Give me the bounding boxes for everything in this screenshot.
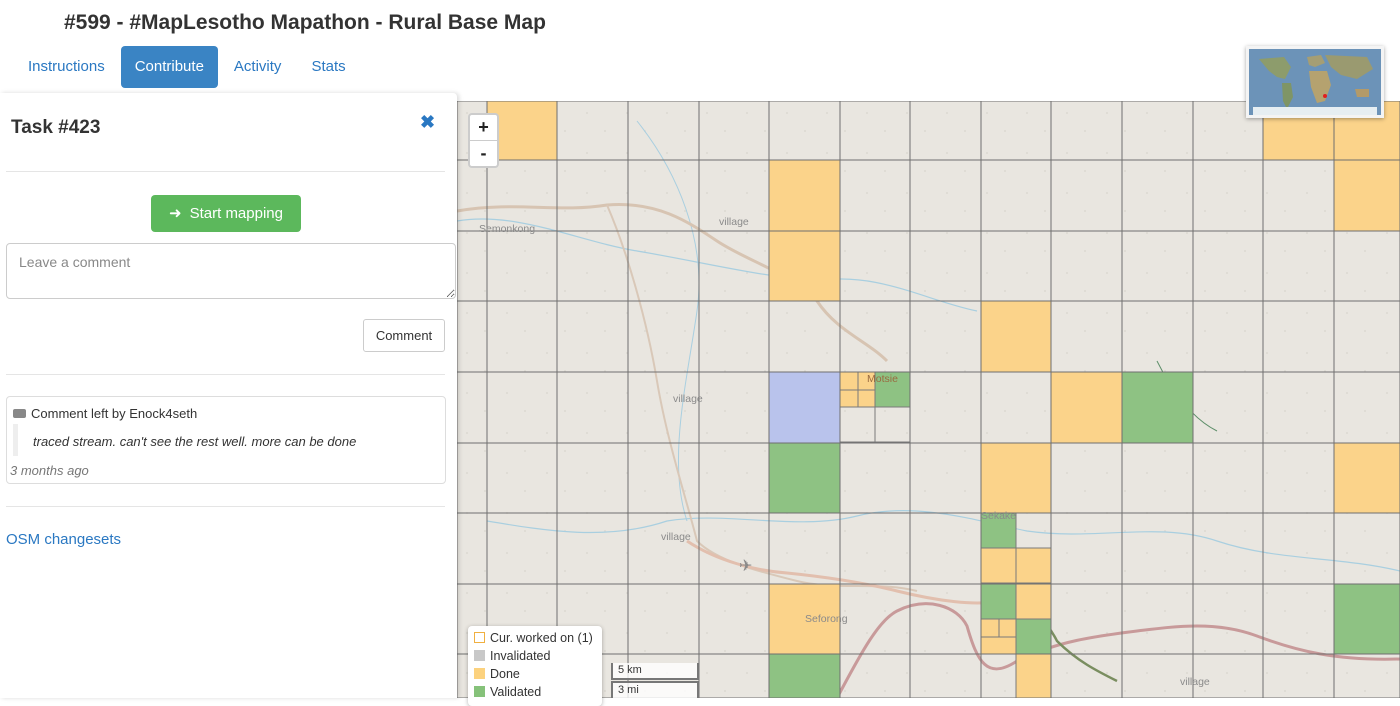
task-tile-validated[interactable]: [769, 443, 840, 513]
place-label: village: [673, 393, 703, 405]
osm-changesets-link[interactable]: OSM changesets: [6, 531, 121, 548]
task-subtile-done[interactable]: [839, 389, 859, 408]
task-tile-selected[interactable]: [769, 372, 840, 443]
map-canvas[interactable]: ✈ ✈ SemonkongvillagevillageMotsievillage…: [457, 101, 1400, 698]
tab-contribute[interactable]: Contribute: [120, 46, 218, 88]
task-subtile-done[interactable]: [839, 371, 859, 391]
task-subtile-done[interactable]: [1015, 583, 1052, 620]
task-subtile-done[interactable]: [980, 547, 1017, 584]
task-subtile-done[interactable]: [1015, 653, 1052, 698]
legend-item-done: Done: [474, 666, 520, 682]
task-subtile-done[interactable]: [1015, 547, 1052, 584]
project-header: #599 - #MapLesotho Mapathon - Rural Base…: [0, 0, 1400, 100]
place-label: village: [661, 531, 691, 543]
task-tile-done[interactable]: [981, 301, 1051, 372]
legend-swatch: [474, 686, 485, 697]
divider: [6, 171, 445, 172]
start-mapping-label: Start mapping: [189, 205, 283, 222]
task-tile-validated[interactable]: [769, 654, 840, 698]
task-tile-done[interactable]: [769, 231, 840, 301]
legend-swatch: [474, 632, 485, 643]
divider: [6, 374, 445, 375]
place-label: Semonkong: [479, 223, 535, 235]
zoom-out-button[interactable]: -: [470, 141, 497, 166]
task-tile-done[interactable]: [1334, 443, 1400, 513]
task-tile-done[interactable]: [1334, 160, 1400, 231]
airport-icon: ✈: [739, 556, 752, 575]
project-tabs: Instructions Contribute Activity Stats: [14, 46, 362, 88]
place-label: Motsie: [867, 373, 898, 385]
minimap-world-icon: [1249, 49, 1381, 115]
task-grid-map[interactable]: ✈ ✈ SemonkongvillagevillageMotsievillage…: [457, 101, 1400, 698]
legend-swatch: [474, 650, 485, 661]
legend-item-current: Cur. worked on (1): [474, 630, 593, 646]
share-arrow-icon: ➜: [169, 205, 182, 222]
legend-swatch: [474, 668, 485, 679]
place-label: village: [1180, 676, 1210, 688]
divider: [6, 506, 445, 507]
overview-minimap[interactable]: [1246, 46, 1384, 118]
place-label: village: [719, 216, 749, 228]
comment-icon: [13, 409, 26, 418]
task-tile-done[interactable]: [769, 160, 840, 231]
scale-km: 5 km: [611, 663, 699, 680]
scale-mi: 3 mi: [611, 681, 699, 698]
task-subtile-validated[interactable]: [980, 583, 1017, 620]
task-tile-validated[interactable]: [1334, 584, 1400, 654]
close-icon[interactable]: ✖: [420, 112, 435, 133]
task-subtile-done[interactable]: [998, 618, 1017, 638]
project-title: #599 - #MapLesotho Mapathon - Rural Base…: [64, 11, 546, 34]
place-label: Seforong: [805, 613, 848, 625]
comment-input[interactable]: [6, 243, 456, 299]
zoom-in-button[interactable]: +: [470, 115, 497, 141]
map-legend: Cur. worked on (1) Invalidated Done Vali…: [468, 626, 602, 706]
task-subtile-done[interactable]: [857, 389, 876, 408]
start-mapping-button[interactable]: ➜ Start mapping: [151, 195, 301, 232]
comment-header: Comment left by Enock4seth: [13, 406, 197, 421]
tab-stats[interactable]: Stats: [297, 46, 359, 88]
place-label: Sekake: [981, 510, 1016, 522]
comment-item: Comment left by Enock4seth traced stream…: [6, 396, 446, 484]
task-subtile-done[interactable]: [980, 618, 1000, 638]
legend-item-invalidated: Invalidated: [474, 648, 550, 664]
task-title: Task #423: [11, 117, 101, 138]
task-tile-validated[interactable]: [1122, 372, 1193, 443]
tab-instructions[interactable]: Instructions: [14, 46, 119, 88]
task-tile-done[interactable]: [981, 443, 1051, 513]
comment-text: traced stream. can't see the rest well. …: [33, 434, 357, 449]
task-panel: Task #423 ✖ ➜ Start mapping Comment Comme…: [0, 93, 457, 698]
comment-time: 3 months ago: [10, 463, 89, 478]
task-subtile-validated[interactable]: [1015, 618, 1052, 655]
tab-activity[interactable]: Activity: [220, 46, 296, 88]
zoom-control: + -: [468, 113, 499, 168]
comment-button[interactable]: Comment: [363, 319, 445, 352]
task-tile-done[interactable]: [1051, 372, 1122, 443]
comment-author: Comment left by Enock4seth: [31, 406, 198, 421]
task-subtile-done[interactable]: [980, 636, 1017, 655]
